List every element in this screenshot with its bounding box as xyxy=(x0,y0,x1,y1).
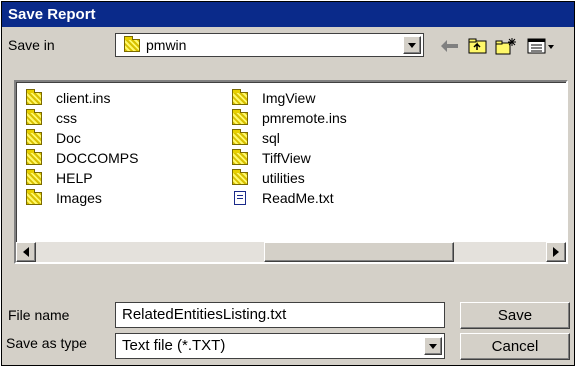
folder-icon xyxy=(26,188,42,205)
window-title: Save Report xyxy=(2,2,574,27)
save-in-label: Save in xyxy=(8,37,55,53)
back-arrow-icon xyxy=(441,40,458,52)
save-as-type-label: Save as type xyxy=(6,335,87,351)
chevron-down-icon xyxy=(429,343,437,349)
folder-icon xyxy=(26,168,42,185)
scrollbar-thumb[interactable] xyxy=(264,242,454,262)
scroll-left-button[interactable] xyxy=(16,242,36,262)
text-file-icon xyxy=(234,191,246,205)
save-button[interactable]: Save xyxy=(460,302,570,329)
folder-icon xyxy=(26,128,42,145)
folder-icon xyxy=(26,88,42,105)
list-item[interactable]: pmremote.ins xyxy=(232,108,347,127)
save-as-type-value: Text file (*.TXT) xyxy=(122,337,226,354)
file-name-input[interactable]: RelatedEntitiesListing.txt xyxy=(115,302,445,328)
folder-icon xyxy=(232,88,248,105)
list-item[interactable]: ImgView xyxy=(232,88,315,107)
new-folder-icon xyxy=(495,38,516,55)
arrow-right-icon xyxy=(553,247,559,257)
file-name-label: File name xyxy=(8,307,70,323)
list-item[interactable]: sql xyxy=(232,128,280,147)
horizontal-scrollbar[interactable] xyxy=(16,242,566,262)
save-as-type-dropdown-button[interactable] xyxy=(424,337,442,355)
save-report-dialog: Save Report Save in pmwin client.ins css… xyxy=(1,1,575,366)
cancel-button[interactable]: Cancel xyxy=(460,333,570,360)
folder-icon xyxy=(124,35,140,52)
list-item[interactable]: DOCCOMPS xyxy=(26,148,138,167)
arrow-left-icon xyxy=(23,247,29,257)
folder-icon xyxy=(26,148,42,165)
view-menu-button[interactable] xyxy=(526,35,556,57)
file-list[interactable]: client.ins css Doc DOCCOMPS HELP Images … xyxy=(14,80,568,264)
up-one-level-button[interactable] xyxy=(466,35,490,57)
list-item[interactable]: HELP xyxy=(26,168,93,187)
scroll-right-button[interactable] xyxy=(546,242,566,262)
folder-icon xyxy=(232,168,248,185)
save-as-type-dropdown[interactable]: Text file (*.TXT) xyxy=(115,333,445,359)
folder-icon xyxy=(26,108,42,125)
list-item[interactable]: client.ins xyxy=(26,88,110,107)
save-in-dropdown[interactable]: pmwin xyxy=(115,33,424,57)
view-menu-icon xyxy=(527,38,554,54)
list-item[interactable]: css xyxy=(26,108,77,127)
list-item[interactable]: utilities xyxy=(232,168,305,187)
list-item[interactable]: Images xyxy=(26,188,102,207)
folder-icon xyxy=(232,128,248,145)
list-item[interactable]: Doc xyxy=(26,128,81,147)
list-item[interactable]: TiffView xyxy=(232,148,311,167)
folder-icon xyxy=(232,148,248,165)
folder-icon xyxy=(232,108,248,125)
save-in-value: pmwin xyxy=(146,37,187,53)
up-folder-icon xyxy=(468,38,487,54)
create-new-folder-button[interactable] xyxy=(494,35,518,57)
save-in-dropdown-button[interactable] xyxy=(403,36,421,54)
list-item[interactable]: ReadMe.txt xyxy=(234,189,334,207)
back-button[interactable] xyxy=(438,35,462,57)
chevron-down-icon xyxy=(408,42,416,48)
